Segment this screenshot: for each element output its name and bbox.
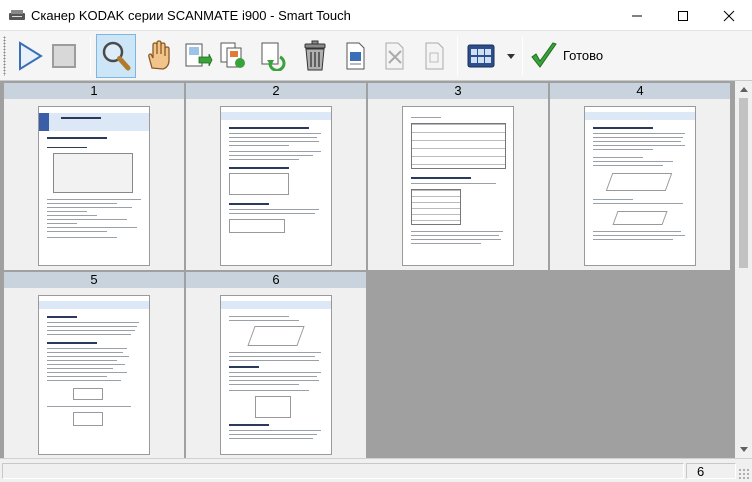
minimize-button[interactable] — [614, 0, 660, 31]
toolbar-separator — [522, 36, 523, 76]
page-preview[interactable] — [38, 295, 150, 455]
resize-grip[interactable] — [738, 468, 750, 480]
page-preview[interactable] — [220, 295, 332, 455]
page-preview[interactable] — [584, 106, 696, 266]
page-number-header: 6 — [186, 272, 366, 288]
toolbar — [0, 31, 752, 81]
done-button[interactable] — [526, 34, 562, 78]
trash-icon — [304, 40, 326, 71]
status-page-count-panel — [686, 463, 736, 479]
page-number-header: 1 — [4, 83, 184, 99]
title-bar: Сканер KODAK серии SCANMATE i900 - Smart… — [0, 0, 752, 31]
insert-page-icon — [185, 43, 213, 67]
delete-page-button[interactable] — [295, 34, 335, 78]
play-icon — [19, 41, 43, 71]
split-page-button[interactable] — [414, 34, 454, 78]
vertical-scrollbar[interactable] — [735, 81, 752, 458]
split-page-icon — [425, 42, 444, 70]
edit-page-button[interactable] — [335, 34, 375, 78]
magnifier-icon — [102, 41, 131, 71]
chevron-up-icon — [739, 87, 748, 92]
scanner-app-icon — [8, 8, 25, 22]
crop-page-icon — [385, 42, 404, 70]
chevron-down-icon — [739, 447, 748, 452]
empty-workspace — [368, 272, 735, 458]
page-thumbnail-cell[interactable]: 5 — [4, 272, 184, 458]
page-count: 6 — [697, 464, 705, 479]
scroll-up-button[interactable] — [735, 81, 752, 98]
page-number-header: 2 — [186, 83, 366, 99]
page-thumbnail-cell[interactable]: 3 — [368, 83, 548, 270]
crop-page-button[interactable] — [374, 34, 414, 78]
page-number-header: 3 — [368, 83, 548, 99]
page-number-header: 5 — [4, 272, 184, 288]
page-number-header: 4 — [550, 83, 730, 99]
rotate-page-icon — [261, 42, 286, 71]
copy-pages-icon — [220, 42, 245, 68]
stop-icon — [52, 44, 76, 68]
close-button[interactable] — [706, 0, 752, 31]
chevron-down-icon — [507, 53, 515, 59]
page-thumbnail-cell[interactable]: 4 — [550, 83, 730, 270]
checkmark-icon — [531, 42, 557, 68]
grid-view-icon — [467, 44, 495, 68]
page-thumbnail-cell[interactable]: 6 — [186, 272, 366, 458]
page-thumbnail-cell[interactable]: 1 — [4, 83, 184, 270]
view-mode-dropdown[interactable] — [503, 34, 519, 78]
scroll-thumb[interactable] — [739, 98, 748, 268]
stop-scan-button[interactable] — [44, 34, 84, 78]
pan-button[interactable] — [138, 34, 178, 78]
toolbar-separator — [457, 36, 458, 76]
toolbar-separator — [90, 36, 91, 76]
page-preview[interactable] — [220, 106, 332, 266]
rotate-page-button[interactable] — [253, 34, 293, 78]
insert-page-button[interactable] — [178, 34, 218, 78]
scroll-down-button[interactable] — [735, 441, 752, 458]
maximize-button[interactable] — [660, 0, 706, 31]
status-bar: 6 — [0, 458, 752, 482]
done-label[interactable]: Готово — [563, 48, 603, 63]
edit-page-icon — [346, 42, 365, 70]
status-message-panel — [2, 463, 684, 479]
hand-icon — [148, 40, 170, 70]
view-mode-button[interactable] — [461, 34, 501, 78]
page-preview[interactable] — [38, 106, 150, 266]
zoom-button[interactable] — [96, 34, 136, 78]
page-thumbnails-area: 1 2 3 4 5 6 — [0, 81, 735, 458]
toolbar-grip[interactable] — [3, 36, 6, 76]
window-title: Сканер KODAK серии SCANMATE i900 - Smart… — [31, 8, 351, 23]
copy-pages-button[interactable] — [213, 34, 253, 78]
page-preview[interactable] — [402, 106, 514, 266]
page-thumbnail-cell[interactable]: 2 — [186, 83, 366, 270]
